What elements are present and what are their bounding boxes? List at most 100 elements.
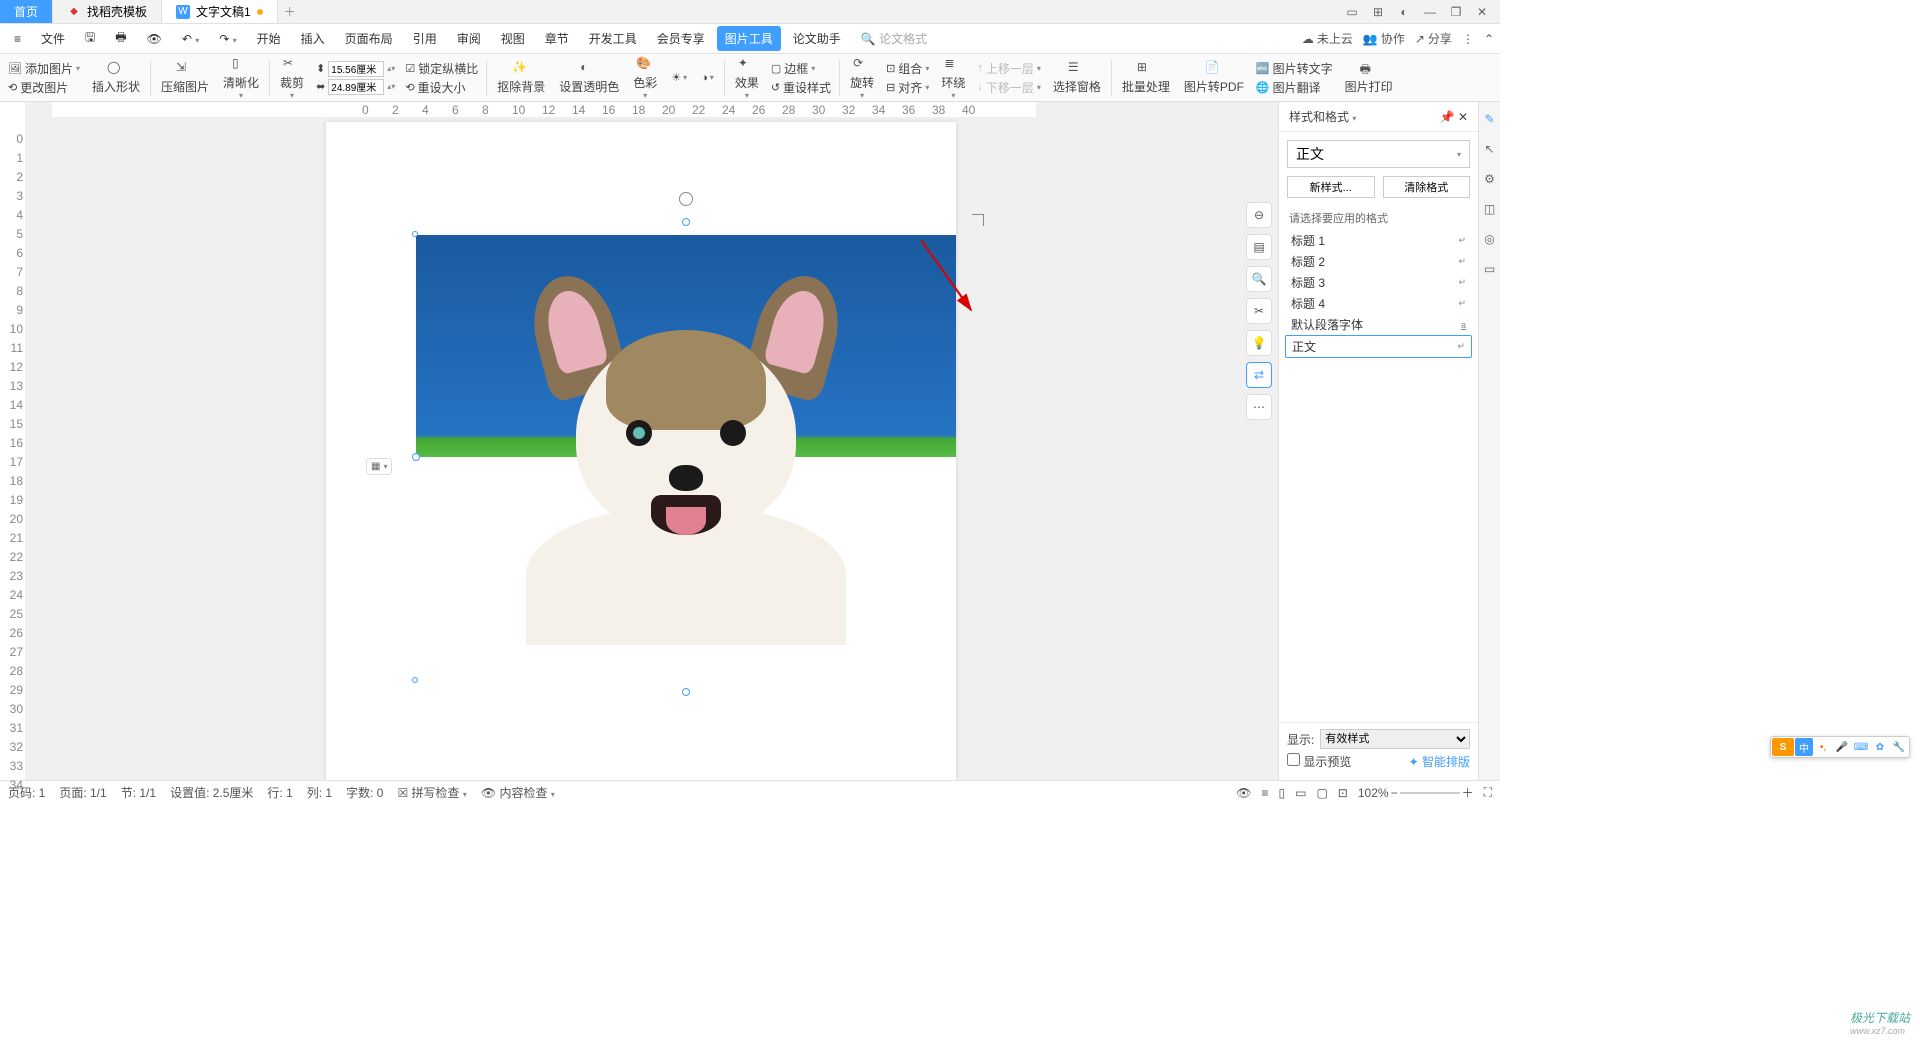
- user-icon[interactable]: ◐: [1396, 5, 1412, 19]
- width-input[interactable]: [328, 61, 384, 77]
- handle-top[interactable]: [682, 218, 690, 226]
- ft-compress-icon[interactable]: ⊖: [1246, 202, 1272, 228]
- sidetab-select-icon[interactable]: ↖: [1484, 142, 1494, 162]
- status-pages[interactable]: 页面: 1/1: [59, 784, 106, 801]
- selection-pane-button[interactable]: ☰选择窗格: [1047, 60, 1107, 95]
- view-read-icon[interactable]: ▢: [1316, 786, 1327, 800]
- ime-punct-icon[interactable]: •,: [1814, 738, 1832, 756]
- menu-references[interactable]: 引用: [405, 26, 445, 51]
- current-style-select[interactable]: 正文▾: [1287, 140, 1470, 168]
- status-chars[interactable]: 字数: 0: [346, 784, 383, 801]
- style-item-h3[interactable]: 标题 3↵: [1285, 272, 1472, 293]
- qat-redo-icon[interactable]: ↷ ▾: [211, 28, 244, 50]
- spell-check-toggle[interactable]: ☒ 拼写检查 ▾: [397, 784, 466, 801]
- view-eye-icon[interactable]: 👁: [1236, 786, 1251, 800]
- send-backward-button[interactable]: ↓ 下移一层 ▾: [977, 79, 1041, 96]
- color-button[interactable]: 🎨色彩▾: [627, 56, 663, 100]
- menu-page-layout[interactable]: 页面布局: [337, 26, 401, 51]
- menu-start[interactable]: 开始: [249, 26, 289, 51]
- cloud-status[interactable]: ☁ 未上云: [1302, 30, 1353, 47]
- view-page-icon[interactable]: ▯: [1279, 786, 1286, 800]
- menu-developer[interactable]: 开发工具: [581, 26, 645, 51]
- bring-forward-button[interactable]: ↑ 上移一层 ▾: [977, 60, 1041, 77]
- maximize-button[interactable]: ❐: [1448, 5, 1464, 19]
- menu-thesis[interactable]: 论文助手: [785, 26, 849, 51]
- new-style-button[interactable]: 新样式...: [1287, 176, 1375, 198]
- tab-templates[interactable]: ◆ 找稻壳模板: [53, 0, 162, 23]
- layout-options-button[interactable]: ▦ ▾: [366, 458, 392, 475]
- rotate-button[interactable]: ⟳旋转▾: [844, 56, 880, 100]
- zoom-out-button[interactable]: −: [1391, 786, 1398, 800]
- style-item-default-font[interactable]: 默认段落字体a: [1285, 314, 1472, 335]
- handle-bottom[interactable]: [682, 688, 690, 696]
- sidetab-layers-icon[interactable]: ◫: [1484, 202, 1495, 222]
- add-image-button[interactable]: 🖼 添加图片 ▾: [8, 60, 80, 77]
- group-button[interactable]: ⊡ 组合 ▾: [886, 60, 929, 77]
- handle-left[interactable]: [412, 453, 420, 461]
- collapse-ribbon-icon[interactable]: ⌃: [1484, 32, 1494, 46]
- search-box[interactable]: 🔍 论文格式: [853, 26, 935, 51]
- img-print-button[interactable]: 🖶图片打印: [1339, 60, 1399, 95]
- style-item-h1[interactable]: 标题 1↵: [1285, 230, 1472, 251]
- style-item-body[interactable]: 正文↵: [1285, 335, 1472, 358]
- brightness-icon[interactable]: ☀ ▾: [665, 71, 693, 84]
- reset-size-button[interactable]: ⟲ 重设大小: [405, 79, 478, 96]
- ft-more-icon[interactable]: ⋯: [1246, 394, 1272, 420]
- batch-button[interactable]: ⊞批量处理: [1116, 60, 1176, 95]
- menu-sections[interactable]: 章节: [537, 26, 577, 51]
- selected-image[interactable]: [416, 222, 956, 692]
- border-button[interactable]: ▢ 边框 ▾: [771, 60, 831, 77]
- img-to-pdf-button[interactable]: 📄图片转PDF: [1178, 60, 1250, 95]
- menu-picture-tools[interactable]: 图片工具: [717, 26, 781, 51]
- ft-crop-icon[interactable]: ✂: [1246, 298, 1272, 324]
- tab-home[interactable]: 首页: [0, 0, 53, 23]
- img-translate-button[interactable]: 🌐 图片翻译: [1256, 79, 1333, 96]
- style-item-h4[interactable]: 标题 4↵: [1285, 293, 1472, 314]
- tab-document[interactable]: W 文字文稿1: [162, 0, 278, 23]
- insert-shape-button[interactable]: ◯插入形状: [86, 60, 146, 95]
- hamburger-icon[interactable]: ≡: [6, 28, 29, 50]
- panel-pin-icon[interactable]: 📌: [1440, 110, 1455, 124]
- menu-member[interactable]: 会员专享: [649, 26, 713, 51]
- qat-undo-icon[interactable]: ↶ ▾: [174, 28, 207, 50]
- transparency-button[interactable]: ◐设置透明色: [553, 60, 625, 95]
- handle-bottom-left[interactable]: [412, 677, 418, 683]
- ft-zoom-icon[interactable]: 🔍: [1246, 266, 1272, 292]
- share-button[interactable]: ↗ 分享: [1415, 30, 1452, 47]
- ft-layout-icon[interactable]: ▤: [1246, 234, 1272, 260]
- sidetab-edit-icon[interactable]: ✎: [1484, 112, 1494, 132]
- qat-preview-icon[interactable]: 👁: [139, 28, 170, 50]
- crop-button[interactable]: ✂裁剪▾: [274, 56, 310, 100]
- wrap-button[interactable]: ≣环绕▾: [935, 56, 971, 100]
- change-image-button[interactable]: ⟲ 更改图片: [8, 79, 80, 96]
- grid-icon[interactable]: ⊞: [1370, 5, 1386, 19]
- zoom-value[interactable]: 102%: [1358, 786, 1389, 800]
- remove-bg-button[interactable]: ✨抠除背景: [491, 60, 551, 95]
- minimize-button[interactable]: —: [1422, 5, 1438, 19]
- menu-insert[interactable]: 插入: [293, 26, 333, 51]
- preview-checkbox[interactable]: 显示预览: [1287, 753, 1351, 770]
- ime-bar[interactable]: S 中 •, 🎤 ⌨ ✿ 🔧: [1770, 736, 1910, 758]
- ime-voice-icon[interactable]: 🎤: [1833, 738, 1851, 756]
- smart-layout-link[interactable]: ✦ 智能排版: [1409, 753, 1470, 770]
- fullscreen-icon[interactable]: ⛶: [1484, 785, 1492, 800]
- view-web-icon[interactable]: ▭: [1295, 786, 1306, 800]
- ft-convert-icon[interactable]: ⇄: [1246, 362, 1272, 388]
- ime-tools-icon[interactable]: 🔧: [1890, 738, 1908, 756]
- tab-add-button[interactable]: ＋: [278, 0, 302, 23]
- lock-aspect-checkbox[interactable]: ☑ 锁定纵横比: [405, 60, 478, 77]
- view-outline-icon[interactable]: ≡: [1261, 786, 1268, 800]
- align-button[interactable]: ⊟ 对齐 ▾: [886, 79, 929, 96]
- status-position[interactable]: 设置值: 2.5厘米: [170, 784, 253, 801]
- more-menu-icon[interactable]: ⋮: [1462, 32, 1474, 46]
- collab-button[interactable]: 👥 协作: [1363, 30, 1405, 47]
- page[interactable]: ▦ ▾: [326, 122, 956, 780]
- close-button[interactable]: ✕: [1474, 5, 1490, 19]
- show-select[interactable]: 有效样式: [1320, 729, 1470, 749]
- ime-lang-button[interactable]: 中: [1795, 738, 1813, 756]
- ft-bulb-icon[interactable]: 💡: [1246, 330, 1272, 356]
- contrast-icon[interactable]: ◑ ▾: [695, 72, 720, 84]
- ime-skin-icon[interactable]: ✿: [1871, 738, 1889, 756]
- rotate-handle[interactable]: [679, 192, 693, 206]
- content-check-toggle[interactable]: 👁 内容检查 ▾: [481, 784, 555, 801]
